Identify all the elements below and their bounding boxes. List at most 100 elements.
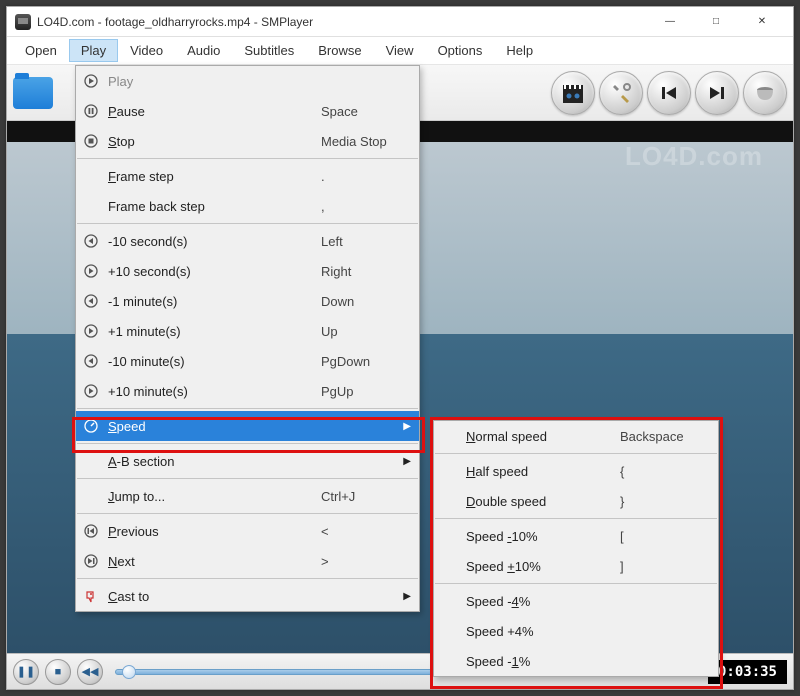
menu-open[interactable]: Open [13,39,69,62]
menu-item-label: -1 minute(s) [106,294,321,309]
play-menu-10-minute-s[interactable]: +10 minute(s)PgUp [76,376,419,406]
menu-view[interactable]: View [374,39,426,62]
play-menu-play: Play [76,66,419,96]
menu-item-shortcut: PgDown [321,354,411,369]
play-menu-10-second-s[interactable]: -10 second(s)Left [76,226,419,256]
menu-item-shortcut: { [620,464,710,479]
menu-item-shortcut: Media Stop [321,134,411,149]
forward-icon [76,384,106,398]
volume-icon[interactable] [743,71,787,115]
speed-menu-speed-10[interactable]: Speed +10%] [434,551,718,581]
next-icon [76,554,106,568]
cast-icon [76,589,106,603]
app-window: LO4D.com - footage_oldharryrocks.mp4 - S… [6,6,794,690]
rewind-icon [76,354,106,368]
speed-menu-double-speed[interactable]: Double speed} [434,486,718,516]
play-menu-10-minute-s[interactable]: -10 minute(s)PgDown [76,346,419,376]
rewind-icon [76,234,106,248]
menu-item-shortcut: } [620,494,710,509]
close-button[interactable]: ✕ [739,7,785,37]
play-menu-next[interactable]: Next> [76,546,419,576]
menu-item-label: Double speed [464,494,620,509]
play-menu-speed[interactable]: Speed▶ [76,411,419,441]
maximize-button[interactable]: □ [693,7,739,37]
menubar: OpenPlayVideoAudioSubtitlesBrowseViewOpt… [7,37,793,65]
play-menu-cast-to[interactable]: Cast to▶ [76,581,419,611]
minimize-button[interactable]: — [647,7,693,37]
menu-item-label: +10 minute(s) [106,384,321,399]
play-icon [76,74,106,88]
menu-item-shortcut: ] [620,559,710,574]
folder-open-icon[interactable] [13,77,53,109]
menu-separator [77,223,418,224]
clapper-icon[interactable] [551,71,595,115]
menu-item-label: Speed -4% [464,594,620,609]
play-menu-frame-back-step[interactable]: Frame back step, [76,191,419,221]
menu-item-label: +10 second(s) [106,264,321,279]
prev-icon [76,524,106,538]
menu-item-shortcut: Space [321,104,411,119]
menu-item-label: Pause [106,104,321,119]
menu-item-shortcut: > [321,554,411,569]
menu-subtitles[interactable]: Subtitles [232,39,306,62]
seek-thumb[interactable] [122,665,136,679]
menu-options[interactable]: Options [426,39,495,62]
menu-item-shortcut: , [321,199,411,214]
play-menu-10-second-s[interactable]: +10 second(s)Right [76,256,419,286]
menu-item-label: +1 minute(s) [106,324,321,339]
speed-menu-half-speed[interactable]: Half speed{ [434,456,718,486]
menu-item-shortcut: Right [321,264,411,279]
play-menu-1-minute-s[interactable]: +1 minute(s)Up [76,316,419,346]
chevron-right-icon: ▶ [403,456,411,467]
menu-item-label: -10 minute(s) [106,354,321,369]
play-menu-frame-step[interactable]: Frame step. [76,161,419,191]
speed-menu-speed-4[interactable]: Speed +4% [434,616,718,646]
menu-video[interactable]: Video [118,39,175,62]
pause-icon [76,104,106,118]
chevron-right-icon: ▶ [403,591,411,602]
menu-browse[interactable]: Browse [306,39,373,62]
play-menu-previous[interactable]: Previous< [76,516,419,546]
time-display: 0:03:35 [708,660,787,684]
tools-icon[interactable] [599,71,643,115]
skip-next-icon[interactable] [695,71,739,115]
menu-item-label: Jump to... [106,489,321,504]
menu-help[interactable]: Help [494,39,545,62]
stop-button[interactable]: ■ [45,659,71,685]
play-menu-pause[interactable]: PauseSpace [76,96,419,126]
menu-item-label: Previous [106,524,321,539]
watermark: LO4D.com [625,141,763,172]
menu-item-shortcut: < [321,524,411,539]
play-menu-a-b-section[interactable]: A-B section▶ [76,446,419,476]
forward-icon [76,264,106,278]
speed-menu-normal-speed[interactable]: Normal speedBackspace [434,421,718,451]
menu-separator [77,578,418,579]
skip-prev-icon[interactable] [647,71,691,115]
menu-separator [435,453,717,454]
menu-item-label: Half speed [464,464,620,479]
menu-separator [77,408,418,409]
speed-menu-speed-4[interactable]: Speed -4% [434,586,718,616]
menu-item-shortcut: Ctrl+J [321,489,411,504]
play-menu-jump-to[interactable]: Jump to...Ctrl+J [76,481,419,511]
menu-item-shortcut: Up [321,324,411,339]
menu-item-label: Cast to [106,589,411,604]
menu-item-shortcut: Left [321,234,411,249]
menu-item-label: Normal speed [464,429,620,444]
rewind-button[interactable]: ◀◀ [77,659,103,685]
menu-item-label: Play [106,74,321,89]
speed-submenu: Normal speedBackspaceHalf speed{Double s… [433,420,719,677]
menu-item-label: Speed [106,419,411,434]
menu-separator [77,478,418,479]
menu-separator [77,158,418,159]
speed-menu-speed-1[interactable]: Speed -1% [434,646,718,676]
menu-audio[interactable]: Audio [175,39,232,62]
menu-play[interactable]: Play [69,39,118,62]
pause-button[interactable]: ❚❚ [13,659,39,685]
menu-item-shortcut: Down [321,294,411,309]
menu-separator [435,583,717,584]
speed-menu-speed-10[interactable]: Speed -10%[ [434,521,718,551]
play-menu-stop[interactable]: StopMedia Stop [76,126,419,156]
play-menu-1-minute-s[interactable]: -1 minute(s)Down [76,286,419,316]
menu-item-label: Speed -1% [464,654,620,669]
